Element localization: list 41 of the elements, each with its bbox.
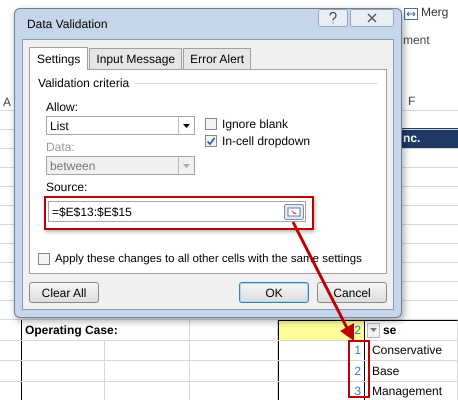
checkbox-label: Ignore blank: [222, 117, 288, 131]
list-index: 2: [354, 364, 361, 378]
column-header: F: [408, 94, 416, 108]
close-icon[interactable]: [350, 9, 394, 27]
group-title: Validation criteria: [38, 76, 130, 90]
dialog-button[interactable]: Cancel: [317, 282, 387, 303]
tab[interactable]: Input Message: [89, 48, 182, 69]
dialog-button[interactable]: OK: [239, 282, 309, 303]
row-label: Operating Case:: [25, 322, 118, 337]
ribbon-group-label: ment: [403, 33, 430, 47]
caret-icon: [183, 124, 190, 128]
list-item: Conservative: [372, 343, 442, 358]
merge-button[interactable]: Merg: [421, 5, 448, 19]
source-field[interactable]: =$E$13:$E$15: [48, 201, 306, 222]
list-item: Management: [372, 384, 442, 398]
range-picker-icon[interactable]: [284, 204, 304, 220]
dialog-button[interactable]: Clear All: [29, 282, 99, 303]
checkbox[interactable]: [205, 118, 217, 130]
dropdown-button[interactable]: [367, 322, 380, 338]
tab[interactable]: Error Alert: [183, 48, 252, 69]
list-index: 1: [354, 343, 361, 358]
caret-icon: [370, 328, 377, 332]
help-icon[interactable]: [318, 9, 348, 27]
cell-value: se: [383, 323, 396, 338]
list-index: 3: [354, 384, 361, 398]
checkbox[interactable]: [205, 135, 217, 147]
field-label: Source:: [46, 180, 88, 194]
input-cell[interactable]: 2: [278, 320, 365, 340]
allow-dropdown[interactable]: List: [46, 116, 195, 135]
checkbox[interactable]: [38, 253, 50, 265]
checkbox-label: In-cell dropdown: [222, 134, 310, 148]
field-label: Allow:: [46, 100, 80, 114]
table-header-cell: nc.: [400, 128, 458, 148]
field-label: Data:: [46, 140, 76, 154]
window-title: Data Validation: [26, 17, 108, 31]
tab[interactable]: Settings: [29, 47, 88, 70]
merge-icon[interactable]: [404, 8, 418, 20]
caret-icon: [183, 164, 190, 168]
column-header: A: [3, 95, 12, 109]
list-item: Base: [372, 364, 400, 378]
highlight-frame: [348, 340, 370, 398]
